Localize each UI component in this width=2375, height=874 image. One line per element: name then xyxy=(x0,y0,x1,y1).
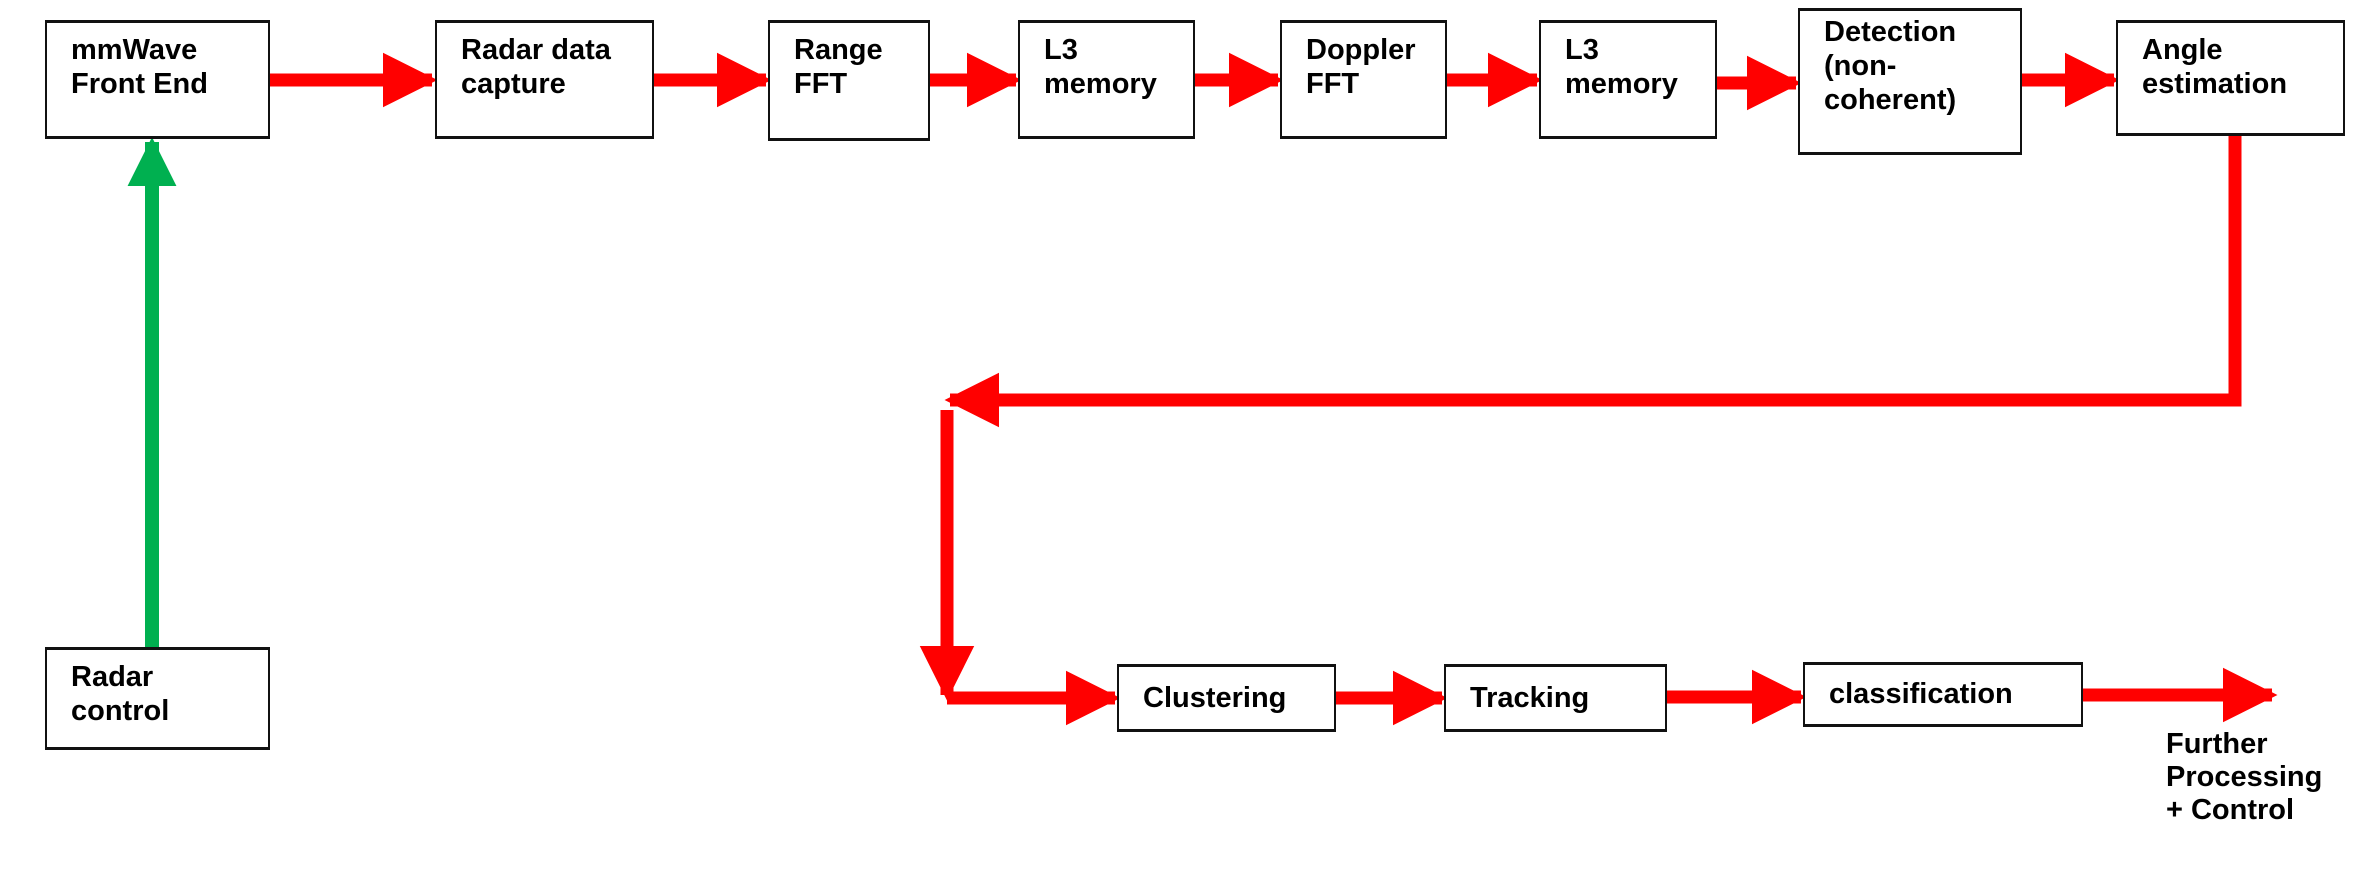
block-range-fft: Range FFT xyxy=(768,20,930,141)
block-doppler-fft: Doppler FFT xyxy=(1280,20,1447,139)
block-front-end: mmWave Front End xyxy=(45,20,270,139)
block-data-capture: Radar data capture xyxy=(435,20,654,139)
block-radar-control: Radar control xyxy=(45,647,270,750)
block-tracking: Tracking xyxy=(1444,664,1667,732)
block-clustering: Clustering xyxy=(1117,664,1336,732)
block-classification: classification xyxy=(1803,662,2083,727)
block-l3-memory-2: L3 memory xyxy=(1539,20,1717,139)
block-angle-estimation: Angle estimation xyxy=(2116,20,2345,136)
block-detection: Detection (non- coherent) xyxy=(1798,8,2022,155)
output-label: Further Processing + Control xyxy=(2166,728,2323,826)
arrow-angle-return xyxy=(944,136,2242,428)
block-l3-memory-1: L3 memory xyxy=(1018,20,1195,139)
